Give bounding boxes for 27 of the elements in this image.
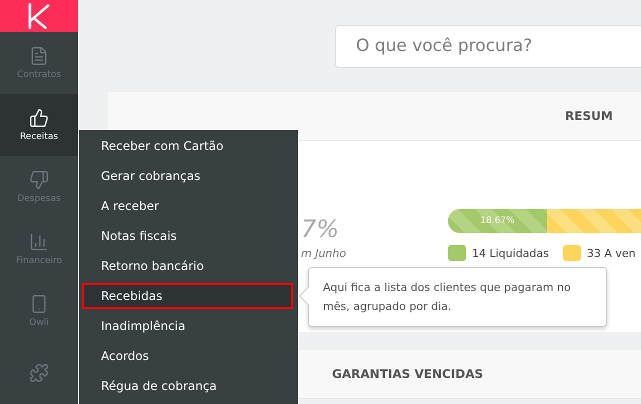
bar-chart-icon xyxy=(29,232,49,252)
menu-item[interactable]: Inadimplência xyxy=(82,313,293,339)
thumbs-up-icon xyxy=(29,108,49,128)
card-title: RESUM xyxy=(565,109,613,123)
card-title: GARANTIAS VENCIDAS xyxy=(332,367,484,381)
menu-item[interactable]: Régua de cobrança xyxy=(82,373,293,399)
menu-item[interactable]: Acordos xyxy=(82,343,293,369)
puzzle-icon xyxy=(29,363,49,383)
thumbs-down-icon xyxy=(29,170,49,190)
document-icon xyxy=(29,46,49,66)
tooltip: Aqui fica a lista dos clientes que pagaram no mês, agrupado por dia. xyxy=(308,267,607,327)
legend-label: 33 A ven xyxy=(586,246,636,260)
menu-item[interactable]: Retorno bancário xyxy=(82,253,293,279)
logo[interactable] xyxy=(0,0,78,32)
progress-fill: 18.67% xyxy=(448,209,547,233)
menu-item[interactable]: Gerar cobranças xyxy=(82,163,293,189)
menu-item[interactable]: Recebidas xyxy=(82,283,293,309)
logo-k-icon xyxy=(26,1,52,31)
menu-item[interactable]: A receber xyxy=(82,193,293,219)
menu-item[interactable]: Receber com Cartão xyxy=(82,133,293,159)
month-caption: m Junho xyxy=(301,247,346,260)
percent-value: 7% xyxy=(301,215,340,243)
sidebar-item[interactable]: Receitas xyxy=(0,94,78,156)
tooltip-arrow-icon xyxy=(299,286,310,306)
search-field[interactable]: O que você procura? xyxy=(335,24,641,68)
legend-label: 14 Liquidadas xyxy=(472,246,549,260)
menu-item[interactable]: Notas fiscais xyxy=(82,223,293,249)
